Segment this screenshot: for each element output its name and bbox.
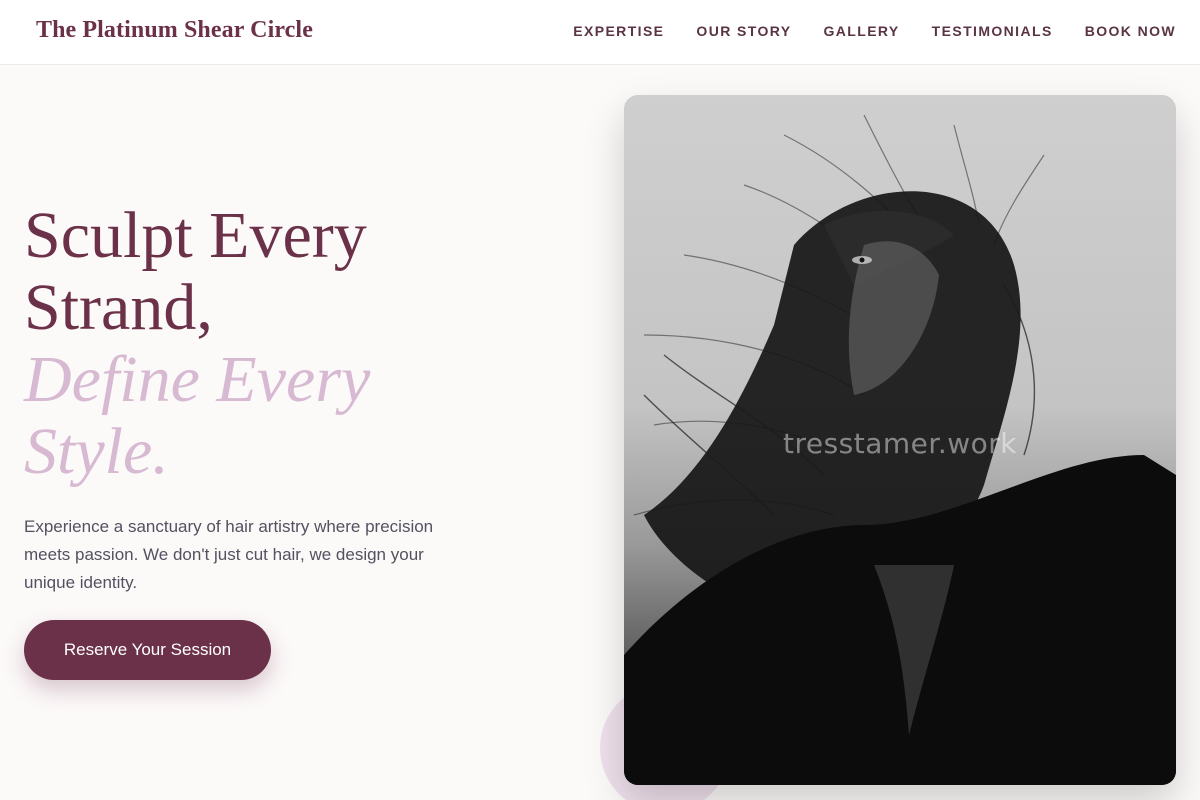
hero-title: Sculpt Every Strand, Define Every Style. [24,200,584,488]
image-watermark: tresstamer.work [782,427,1017,460]
hero-image: tresstamer.work [624,95,1176,785]
reserve-session-button[interactable]: Reserve Your Session [24,620,271,680]
hero-title-line-2: Strand, [24,271,213,344]
hero-title-line-4: Style. [24,415,169,488]
nav-link-expertise[interactable]: EXPERTISE [573,23,664,39]
main-nav: EXPERTISE OUR STORY GALLERY TESTIMONIALS… [573,23,1176,39]
nav-link-our-story[interactable]: OUR STORY [696,23,791,39]
nav-link-book-now[interactable]: BOOK NOW [1085,23,1176,39]
site-header: The Platinum Shear Circle EXPERTISE OUR … [0,0,1200,65]
hero-title-line-1: Sculpt Every [24,199,367,272]
nav-link-testimonials[interactable]: TESTIMONIALS [932,23,1053,39]
nav-link-gallery[interactable]: GALLERY [823,23,899,39]
hero-title-line-3: Define Every [24,343,371,416]
hero-description: Experience a sanctuary of hair artistry … [24,517,434,592]
brand-logo-link[interactable]: The Platinum Shear Circle [36,17,313,44]
